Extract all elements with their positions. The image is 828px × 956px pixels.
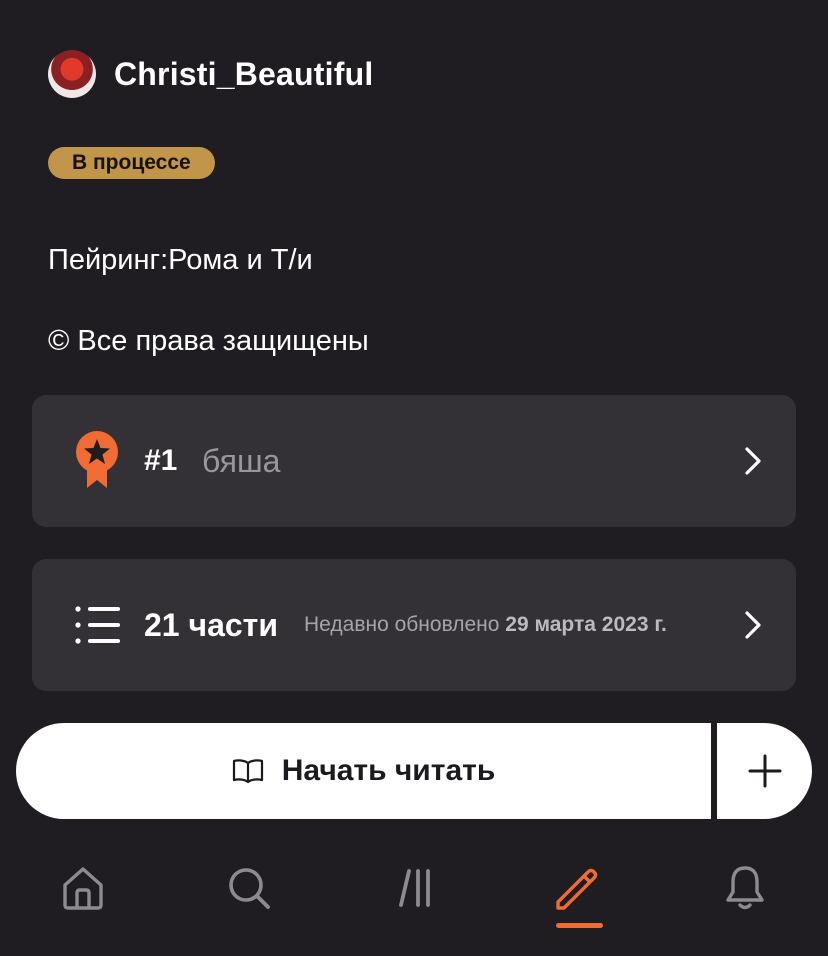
active-tab-indicator <box>556 923 603 928</box>
start-reading-button[interactable]: Начать читать <box>16 723 711 819</box>
ribbon-star-icon <box>72 430 122 492</box>
start-reading-label: Начать читать <box>281 754 496 787</box>
add-to-library-button[interactable] <box>717 723 812 819</box>
nav-search[interactable] <box>219 858 279 918</box>
write-icon <box>556 868 598 910</box>
author-avatar[interactable] <box>48 50 96 98</box>
home-icon <box>63 867 103 910</box>
chevron-right-icon <box>745 611 761 639</box>
library-icon <box>399 869 430 907</box>
updated-prefix: Недавно обновлено <box>304 613 500 636</box>
book-icon <box>232 759 263 784</box>
author-header[interactable]: Christi_Beautiful <box>48 50 373 98</box>
search-icon <box>229 868 270 909</box>
parts-card[interactable]: 21 части Недавно обновлено 29 марта 2023… <box>32 559 796 691</box>
ranking-tag: бяша <box>202 442 281 479</box>
updated-date: 29 марта 2023 г. <box>505 613 667 636</box>
ranking-number: #1 <box>144 444 178 477</box>
nav-write[interactable] <box>549 858 609 918</box>
ranking-card[interactable]: #1 бяша <box>32 395 796 527</box>
parts-updated: Недавно обновлено 29 марта 2023 г. <box>304 613 667 637</box>
chevron-right-icon <box>745 447 761 475</box>
nav-home[interactable] <box>53 858 113 918</box>
nav-library[interactable] <box>385 858 445 918</box>
plus-icon <box>748 754 781 788</box>
parts-count: 21 части <box>144 606 278 643</box>
bell-icon <box>726 866 764 910</box>
pairing-text: Пейринг:Рома и Т/и <box>48 244 313 276</box>
nav-notifications[interactable] <box>715 858 775 918</box>
author-name[interactable]: Christi_Beautiful <box>114 56 373 93</box>
status-badge: В процессе <box>48 147 215 179</box>
list-icon <box>72 594 122 656</box>
bottom-nav <box>0 840 828 956</box>
copyright-text: © Все права защищены <box>48 325 369 357</box>
